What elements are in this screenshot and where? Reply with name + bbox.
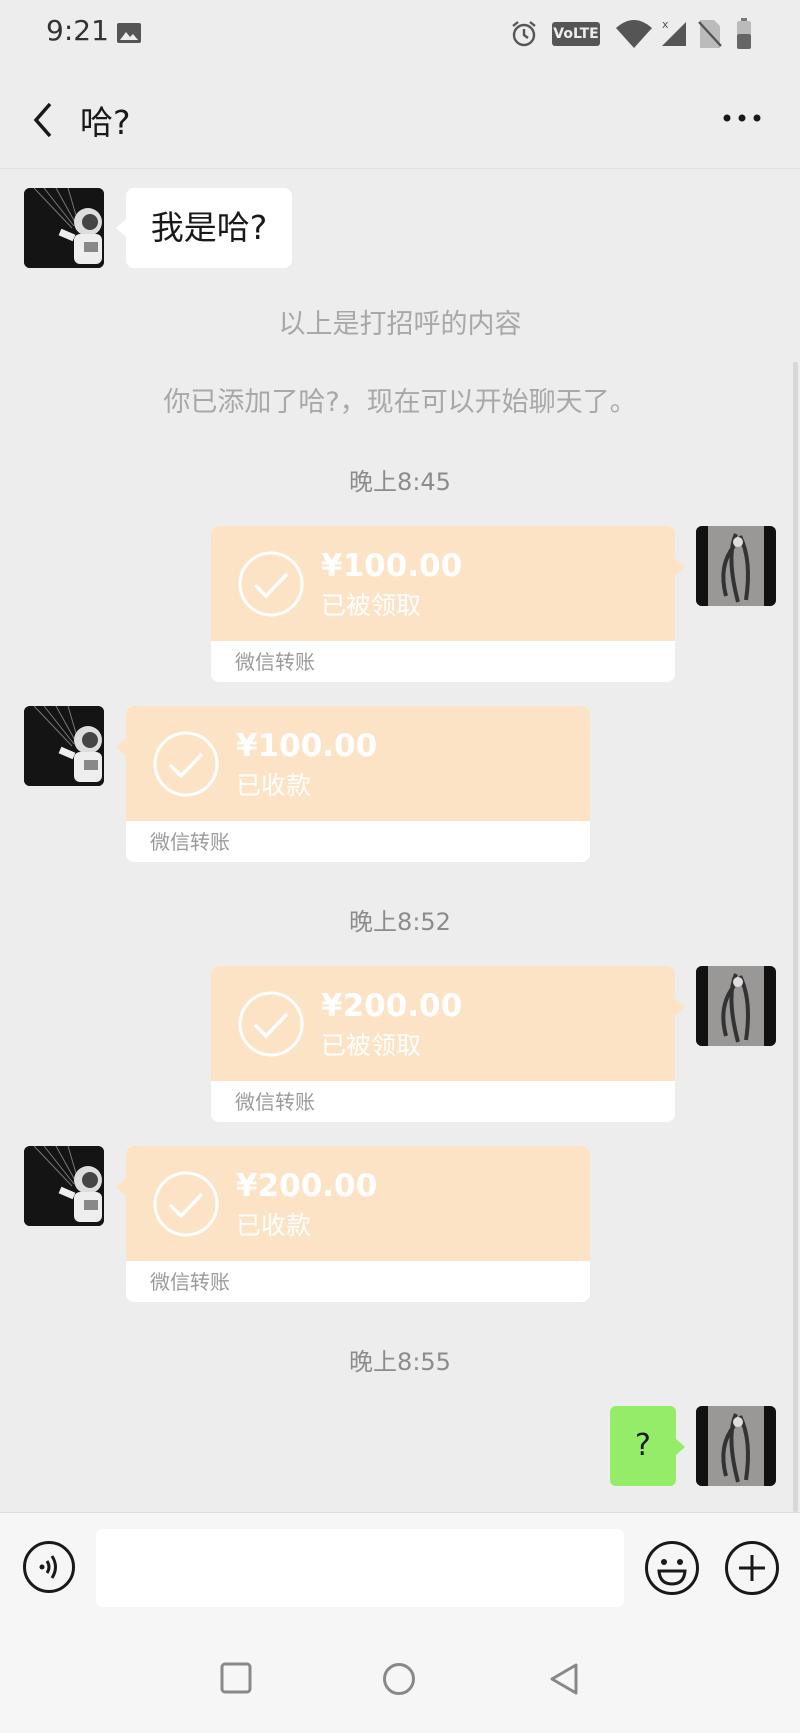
contact-avatar[interactable]: [24, 1146, 104, 1226]
time-separator: 晚上8:45: [349, 468, 451, 496]
transfer-status: 已被领取: [321, 591, 422, 620]
alarm-icon: [512, 21, 536, 47]
check-circle-icon: [153, 1171, 219, 1237]
transfer-footer: 微信转账: [150, 1270, 230, 1294]
contact-avatar[interactable]: [24, 706, 104, 786]
astronaut-avatar-image: [24, 1146, 104, 1226]
transfer-card[interactable]: ¥100.00 已收款 微信转账: [126, 706, 590, 862]
transfer-card[interactable]: ¥200.00 已被领取 微信转账: [211, 966, 675, 1122]
astronaut-avatar-image: [24, 188, 104, 268]
time-separator: 晚上8:52: [349, 908, 451, 936]
no-sim-icon: [698, 20, 722, 48]
bubble-tail: [675, 558, 685, 576]
own-message[interactable]: ?: [610, 1406, 676, 1486]
transfer-footer: 微信转账: [235, 1090, 315, 1114]
message-input[interactable]: [96, 1529, 624, 1607]
battery-icon: [737, 18, 751, 49]
transfer-card[interactable]: ¥200.00 已收款 微信转账: [126, 1146, 590, 1302]
wifi-icon: [616, 20, 652, 48]
self-avatar-image: [696, 1406, 776, 1486]
bubble-tail: [675, 1438, 685, 1456]
time-separator: 晚上8:55: [349, 1348, 451, 1376]
transfer-amount: ¥100.00: [321, 548, 463, 584]
transfer-amount: ¥200.00: [236, 1168, 378, 1204]
voice-icon[interactable]: [22, 1540, 76, 1594]
status-time: 9:21: [46, 14, 109, 47]
back-icon[interactable]: [548, 1662, 580, 1696]
system-message: 以上是打招呼的内容: [278, 309, 522, 340]
check-circle-icon: [238, 551, 304, 617]
signal-icon: x: [662, 18, 686, 46]
more-dots-icon[interactable]: [722, 112, 762, 124]
transfer-status: 已收款: [236, 1211, 312, 1240]
bubble-tail: [116, 1178, 126, 1196]
bubble-tail: [675, 998, 685, 1016]
emoji-icon[interactable]: [644, 1540, 700, 1596]
transfer-amount: ¥100.00: [236, 728, 378, 764]
image-icon: [117, 23, 141, 43]
check-circle-icon: [238, 991, 304, 1057]
volte-badge: VoLTE: [552, 22, 600, 46]
recent-apps-icon[interactable]: [220, 1662, 252, 1694]
bubble-tail: [116, 738, 126, 756]
transfer-status: 已被领取: [321, 1031, 422, 1060]
transfer-card[interactable]: ¥100.00 已被领取 微信转账: [211, 526, 675, 682]
greeting-message[interactable]: 我是哈?: [126, 188, 292, 268]
plus-icon[interactable]: [724, 1540, 780, 1596]
transfer-footer: 微信转账: [235, 650, 315, 674]
self-avatar-image: [696, 526, 776, 606]
contact-avatar[interactable]: [24, 188, 104, 268]
transfer-amount: ¥200.00: [321, 988, 463, 1024]
home-icon[interactable]: [382, 1662, 416, 1696]
chat-title: 哈?: [80, 103, 131, 142]
self-avatar-image: [696, 966, 776, 1046]
astronaut-avatar-image: [24, 706, 104, 786]
scrollbar[interactable]: [793, 362, 798, 1512]
check-circle-icon: [153, 731, 219, 797]
system-message: 你已添加了哈?，现在可以开始聊天了。: [163, 387, 637, 418]
self-avatar[interactable]: [696, 1406, 776, 1486]
bubble-tail: [116, 219, 126, 237]
self-avatar[interactable]: [696, 966, 776, 1046]
transfer-status: 已收款: [236, 771, 312, 800]
self-avatar[interactable]: [696, 526, 776, 606]
chevron-left-icon[interactable]: [24, 100, 64, 140]
svg-text:x: x: [662, 18, 669, 31]
transfer-footer: 微信转账: [150, 830, 230, 854]
status-bar: 9:21 VoLTE x: [0, 0, 800, 70]
